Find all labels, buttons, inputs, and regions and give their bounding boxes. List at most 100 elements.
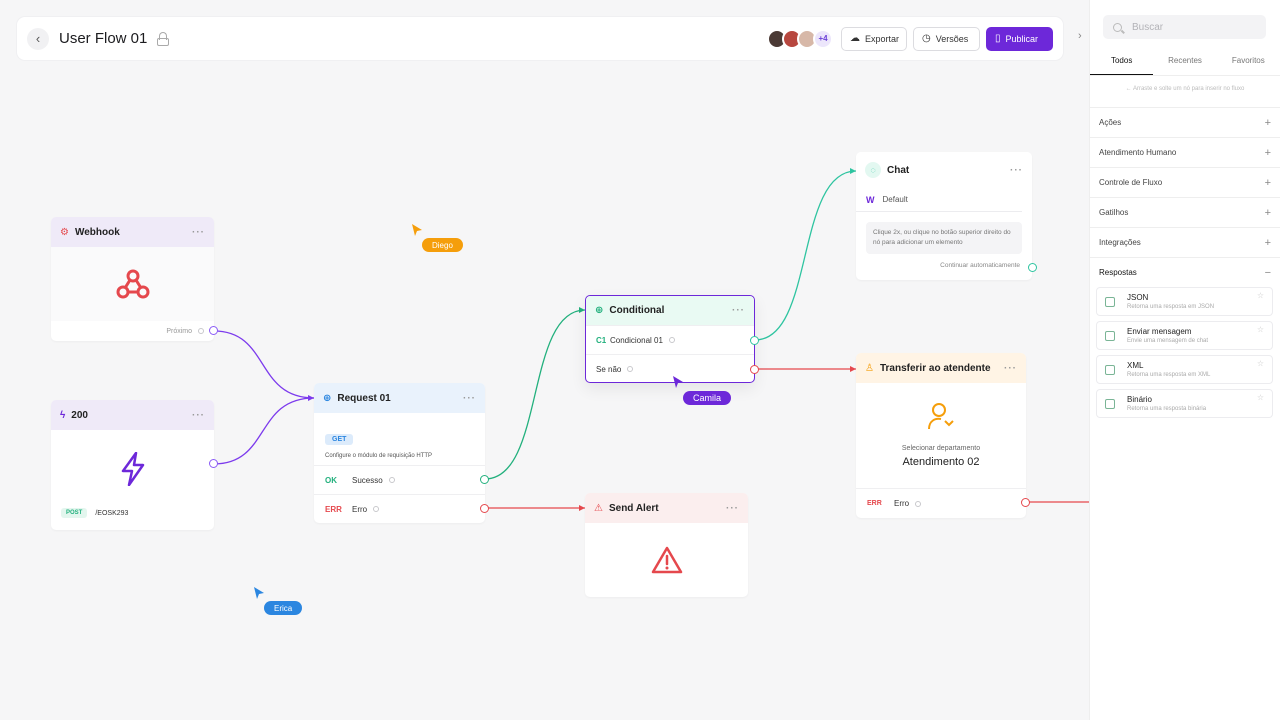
branch-success[interactable]: OK Sucesso xyxy=(314,465,485,494)
chat-channel: W Default xyxy=(856,188,1022,212)
lock-icon[interactable] xyxy=(157,31,170,46)
category-gatilhos[interactable]: Gatilhos + xyxy=(1090,197,1280,227)
json-icon xyxy=(1105,296,1115,307)
cursor-pointer-icon xyxy=(412,224,422,236)
category-integracoes[interactable]: Integrações + xyxy=(1090,227,1280,257)
star-icon[interactable]: ☆ xyxy=(1257,325,1264,334)
warning-icon: ⚠ xyxy=(594,502,603,514)
node-chat[interactable]: ◌ Chat ··· W Default Clique 2x, ou cliqu… xyxy=(856,152,1037,280)
category-label: Integrações xyxy=(1099,238,1141,247)
category-label: Controle de Fluxo xyxy=(1099,178,1163,187)
node-chat-header[interactable]: ◌ Chat ··· xyxy=(856,152,1032,188)
tab-recentes[interactable]: Recentes xyxy=(1153,51,1216,75)
category-controle-de-fluxo[interactable]: Controle de Fluxo + xyxy=(1090,167,1280,197)
node-webhook-header[interactable]: ⚙ Webhook ··· xyxy=(51,217,214,247)
lightning-large-icon xyxy=(121,452,144,486)
category-acoes[interactable]: Ações + xyxy=(1090,107,1280,137)
xml-icon xyxy=(1105,364,1115,375)
condition-else[interactable]: Se não xyxy=(586,354,754,383)
globe-icon: ⊕ xyxy=(595,305,604,316)
output-port[interactable] xyxy=(1028,263,1037,272)
response-item-xml[interactable]: XML Retorna uma resposta em XML ☆ xyxy=(1096,355,1273,384)
node-send-alert[interactable]: ⚠ Send Alert ··· xyxy=(585,493,748,597)
cursor-label-erica: Erica xyxy=(264,601,303,615)
node-200-body xyxy=(51,430,214,508)
channel-logo-icon: W xyxy=(866,194,875,205)
node-library-sidebar: Todos Recentes Favoritos ← Arraste e sol… xyxy=(1089,0,1280,720)
tab-todos[interactable]: Todos xyxy=(1090,51,1154,75)
collaborator-avatars[interactable]: +4 xyxy=(767,28,833,49)
flow-canvas[interactable]: ⚙ Webhook ··· Próximo ϟ 200 ··· POST /EO… xyxy=(0,0,1089,720)
chat-add-element-hint[interactable]: Clique 2x, ou clique no botão superior d… xyxy=(866,222,1022,254)
node-transfer-header[interactable]: ♙ Transferir ao atendente ··· xyxy=(856,353,1026,383)
edge-request-conditional xyxy=(484,309,586,480)
output-port[interactable] xyxy=(209,459,218,468)
back-button[interactable]: ‹ xyxy=(27,27,49,50)
node-webhook[interactable]: ⚙ Webhook ··· Próximo xyxy=(51,217,218,341)
more-options-icon[interactable]: ··· xyxy=(192,410,205,421)
response-description: Envie uma mensagem de chat xyxy=(1127,337,1209,344)
minus-icon[interactable]: − xyxy=(1265,267,1271,279)
condition-label: Se não xyxy=(596,364,622,374)
node-request-header[interactable]: ⊕ Request 01 ··· xyxy=(314,383,485,413)
more-options-icon[interactable]: ··· xyxy=(1004,363,1017,374)
versions-button[interactable]: ◷ Versões xyxy=(913,26,980,51)
more-options-icon[interactable]: ··· xyxy=(463,393,476,404)
search-box[interactable] xyxy=(1103,15,1266,39)
response-title: Binário xyxy=(1127,394,1152,404)
history-icon: ◷ xyxy=(922,33,931,44)
plus-icon[interactable]: + xyxy=(1265,117,1271,129)
more-options-icon[interactable]: ··· xyxy=(1010,165,1023,176)
node-title: Transferir ao atendente xyxy=(879,362,991,374)
collapse-sidebar-chevron-icon[interactable]: › xyxy=(1078,30,1082,42)
node-send-alert-header[interactable]: ⚠ Send Alert ··· xyxy=(585,493,748,523)
branch-error[interactable]: ERR Erro xyxy=(856,488,1026,518)
more-collaborators-badge[interactable]: +4 xyxy=(813,28,833,49)
info-icon xyxy=(198,328,204,334)
node-conditional-header[interactable]: ⊕ Conditional ··· xyxy=(586,296,754,325)
condition-c1[interactable]: C1 Condicional 01 xyxy=(586,325,754,354)
star-icon[interactable]: ☆ xyxy=(1257,359,1264,368)
globe-icon: ⊕ xyxy=(323,392,332,404)
response-title: XML xyxy=(1127,360,1144,370)
output-port[interactable] xyxy=(209,326,218,335)
edge-webhook-request xyxy=(213,330,315,399)
node-conditional[interactable]: ⊕ Conditional ··· C1 Condicional 01 Se n… xyxy=(585,295,759,383)
node-transfer[interactable]: ♙ Transferir ao atendente ··· Selecionar… xyxy=(856,353,1030,518)
branch-label: Erro xyxy=(894,499,910,508)
plus-icon[interactable]: + xyxy=(1265,177,1271,189)
tab-favoritos[interactable]: Favoritos xyxy=(1217,51,1280,75)
webhook-large-icon xyxy=(116,269,149,299)
output-port-error[interactable] xyxy=(480,504,489,513)
output-port-success[interactable] xyxy=(480,475,489,484)
star-icon[interactable]: ☆ xyxy=(1257,393,1264,402)
category-respostas[interactable]: Respostas − xyxy=(1090,257,1280,287)
plus-icon[interactable]: + xyxy=(1265,207,1271,219)
node-200[interactable]: ϟ 200 ··· POST /EOSK293 xyxy=(51,400,218,530)
node-200-header[interactable]: ϟ 200 ··· xyxy=(51,400,214,430)
export-button[interactable]: ☁ Exportar xyxy=(841,26,907,51)
binary-file-icon xyxy=(1105,398,1115,409)
node-request[interactable]: ⊕ Request 01 ··· GET Configure o módulo … xyxy=(314,383,489,523)
endpoint-path: /EOSK293 xyxy=(95,509,129,517)
response-description: Retorna uma resposta binária xyxy=(1127,405,1207,412)
branch-error[interactable]: ERR Erro xyxy=(314,494,485,523)
plus-icon[interactable]: + xyxy=(1265,237,1271,249)
more-options-icon[interactable]: ··· xyxy=(192,227,205,238)
more-options-icon[interactable]: ··· xyxy=(732,305,745,316)
plus-icon[interactable]: + xyxy=(1265,147,1271,159)
publish-button[interactable]: ▯ Publicar xyxy=(986,26,1053,51)
more-options-icon[interactable]: ··· xyxy=(726,503,739,514)
user-icon: ♙ xyxy=(865,362,874,374)
response-item-json[interactable]: JSON Retorna uma resposta em JSON ☆ xyxy=(1096,287,1273,316)
search-input[interactable] xyxy=(1132,21,1252,33)
output-port-error[interactable] xyxy=(1021,498,1030,507)
output-port-c1[interactable] xyxy=(750,336,759,345)
response-item-enviar-mensagem[interactable]: Enviar mensagem Envie uma mensagem de ch… xyxy=(1096,321,1273,350)
category-label: Respostas xyxy=(1099,268,1137,277)
star-icon[interactable]: ☆ xyxy=(1257,291,1264,300)
output-port-else[interactable] xyxy=(750,365,759,374)
category-atendimento-humano[interactable]: Atendimento Humano + xyxy=(1090,137,1280,167)
lightning-icon: ϟ xyxy=(60,409,66,421)
response-item-binario[interactable]: Binário Retorna uma resposta binária ☆ xyxy=(1096,389,1273,418)
